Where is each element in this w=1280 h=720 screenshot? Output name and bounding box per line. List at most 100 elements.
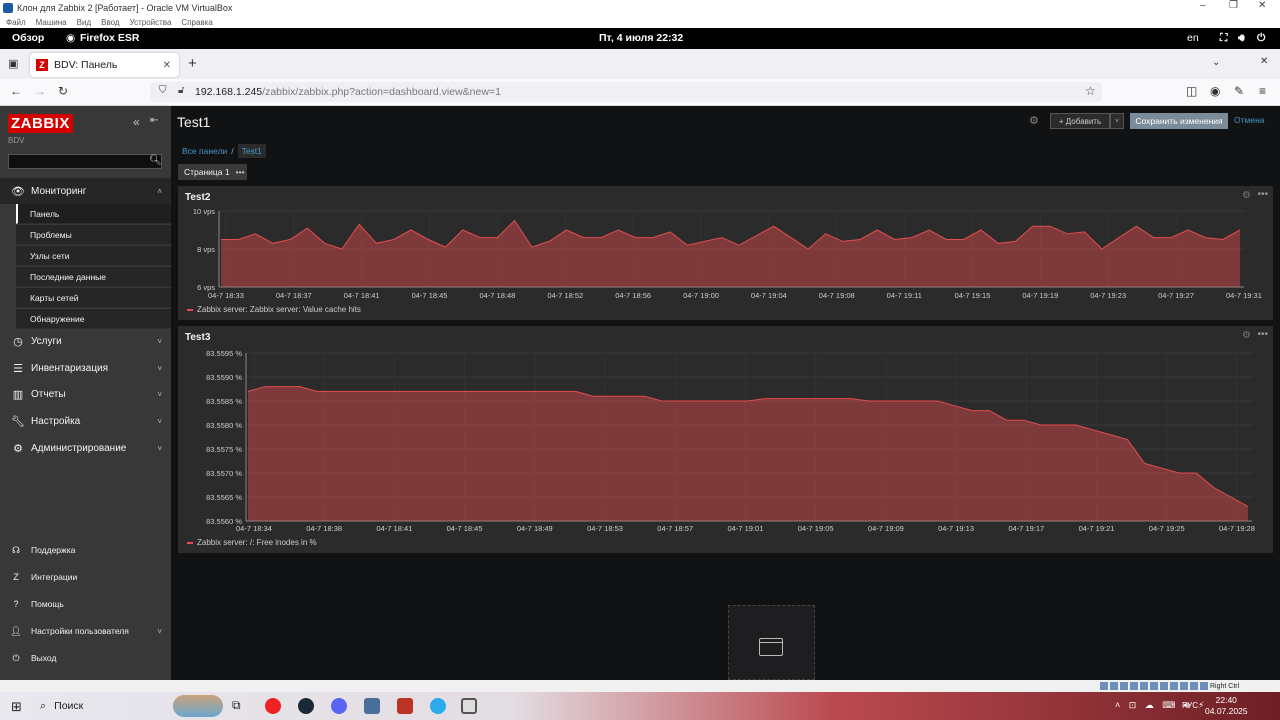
breadcrumb-current[interactable]: Test1 [237, 144, 266, 158]
save-changes-button[interactable]: Сохранить изменения [1130, 113, 1228, 129]
vm-window-icon[interactable] [461, 698, 477, 714]
app-icon[interactable] [397, 698, 413, 714]
footer-support[interactable]: ☊ Поддержка [0, 540, 171, 560]
menu-services[interactable]: ◷ Услуги ˅ [0, 328, 171, 354]
x-tick-label: 04-7 19:04 [751, 291, 787, 300]
bookmark-star-icon[interactable]: ☆ [1085, 84, 1096, 98]
tab-overflow-chevron-icon[interactable]: ⌄ [1212, 57, 1220, 68]
pocket-icon[interactable]: ◫ [1186, 84, 1197, 98]
menu-item-latest-data[interactable]: Последние данные [16, 267, 171, 287]
vbox-menu-help[interactable]: Справка [181, 18, 212, 27]
keyboard-layout[interactable]: en [1187, 32, 1199, 44]
network-adapter-icon[interactable] [1130, 682, 1138, 690]
network-icon[interactable]: ⛶ [1220, 32, 1227, 45]
steam-icon[interactable] [298, 698, 314, 714]
more-icon[interactable]: ••• [236, 167, 245, 177]
search-highlight-icon[interactable] [173, 695, 223, 717]
url-bar[interactable]: ⛉ 🔓︎ 192.168.1.245/zabbix/zabbix.php?act… [150, 82, 1102, 102]
usb-icon[interactable] [1140, 682, 1148, 690]
widget-test3[interactable]: Test3 ⚙ ••• 83.5595 % 83.5590 % 83.5585 % 8… [178, 326, 1273, 553]
menu-monitoring[interactable]: 👁︎ Мониторинг ˄ [0, 178, 171, 204]
insecure-lock-icon[interactable]: 🔓︎ [178, 85, 184, 96]
footer-integrations[interactable]: Z Интеграции [0, 567, 171, 587]
discord-icon[interactable] [331, 698, 347, 714]
add-widget-button[interactable]: + Добавить [1050, 113, 1110, 129]
legend-swatch [187, 308, 193, 311]
restore-icon[interactable]: ❐ [1229, 0, 1238, 11]
menu-configuration[interactable]: 🔧︎ Настройка ˅ [0, 408, 171, 434]
back-icon[interactable]: ← [10, 84, 22, 98]
virtualbox-taskbar-icon[interactable] [364, 698, 380, 714]
dashboard-properties-gear-icon[interactable]: ⚙ [1029, 114, 1039, 127]
tab-list-icon[interactable]: ▣ [8, 57, 18, 70]
reload-icon[interactable]: ↻ [58, 84, 68, 98]
menu-administration-label: Администрирование [31, 442, 127, 454]
collapse-sidebar-icon[interactable]: « [133, 115, 140, 129]
tab-zabbix-dashboard[interactable]: Z BDV: Панель ✕ [30, 53, 179, 77]
shared-folder-icon[interactable] [1150, 682, 1158, 690]
audio-icon[interactable] [1120, 682, 1128, 690]
sidebar-search-input[interactable] [8, 154, 162, 169]
task-view-icon[interactable]: ⧉ [232, 698, 248, 714]
input-language[interactable]: РУС [1182, 701, 1198, 710]
search-icon[interactable]: 🔍︎ [149, 155, 162, 166]
gear-icon: ⚙ [13, 442, 23, 455]
optical-icon[interactable] [1110, 682, 1118, 690]
hide-sidebar-icon[interactable]: ⇤ [150, 115, 158, 126]
new-tab-icon[interactable]: + [188, 55, 197, 72]
menu-reports[interactable]: ▥ Отчеты ˅ [0, 381, 171, 407]
cpu-icon[interactable] [1180, 682, 1188, 690]
add-menu-chevron-icon[interactable]: ˅ [1110, 113, 1124, 129]
recording-icon[interactable] [1170, 682, 1178, 690]
menu-item-discovery[interactable]: Обнаружение [16, 309, 171, 329]
menu-icon[interactable]: ≡ [1259, 84, 1266, 98]
windows-start-icon[interactable]: ⊞ [11, 699, 22, 715]
widget-test2[interactable]: Test2 ⚙ ••• 10 vps 8 vps 6 vps 04-7 18:33 04… [178, 186, 1273, 320]
account-icon[interactable]: ◉ [1210, 84, 1220, 98]
tab-close-icon[interactable]: ✕ [163, 60, 171, 71]
window-close-icon[interactable]: ✕ [1260, 56, 1268, 67]
cancel-button[interactable]: Отмена [1234, 115, 1265, 125]
x-tick-label: 04-7 19:19 [1022, 291, 1058, 300]
graph-test3[interactable]: 83.5595 % 83.5590 % 83.5585 % 83.5580 % 83.5… [178, 326, 1273, 553]
vbox-menu-view[interactable]: Вид [77, 18, 91, 27]
taskbar-clock[interactable]: 22:40 04.07.2025 [1205, 695, 1248, 717]
graph-test2[interactable]: 10 vps8 vps6 vps04-7 18:33 04-7 18:37 04-7… [178, 186, 1273, 320]
close-icon[interactable]: ✕ [1258, 0, 1266, 11]
app-menu[interactable]: Firefox ESR [80, 32, 140, 44]
menu-administration[interactable]: ⚙ Администрирование ˅ [0, 435, 171, 461]
menu-item-problems[interactable]: Проблемы [16, 225, 171, 245]
zabbix-logo[interactable]: ZABBIX [8, 114, 73, 133]
disk-icon[interactable] [1100, 682, 1108, 690]
gnome-clock[interactable]: Пт, 4 июля 22:32 [599, 32, 683, 44]
menu-item-hosts[interactable]: Узлы сети [16, 246, 171, 266]
yandex-browser-icon[interactable] [265, 698, 281, 714]
volume-icon[interactable]: 🔊︎ [1238, 32, 1245, 45]
zabbix-sidebar: ZABBIX BDV « ⇤ 🔍︎ 👁︎ Мониторинг ˄ Панель… [0, 106, 171, 680]
dashboard-page-tab[interactable]: Страница 1 ••• [178, 164, 247, 180]
x-tick-label: 04-7 18:56 [615, 291, 651, 300]
activities-button[interactable]: Обзор [12, 32, 44, 44]
y-tick-label: 83.5575 % [206, 445, 242, 454]
minimize-icon[interactable]: – [1200, 0, 1206, 11]
footer-sign-out[interactable]: ⏻ Выход [0, 648, 171, 668]
display-icon[interactable] [1160, 682, 1168, 690]
mouse-integration-icon[interactable] [1190, 682, 1198, 690]
vbox-menu-input[interactable]: Ввод [101, 18, 119, 27]
menu-item-dashboard[interactable]: Панель [16, 204, 171, 224]
forward-icon[interactable]: → [34, 84, 46, 98]
site-info-icon[interactable]: ⛉ [159, 85, 167, 96]
menu-inventory[interactable]: ☰ Инвентаризация ˅ [0, 355, 171, 381]
footer-user-settings[interactable]: 👤︎ Настройки пользователя ˅ [0, 621, 171, 641]
telegram-icon[interactable] [430, 698, 446, 714]
extensions-icon[interactable]: ✎ [1234, 84, 1244, 98]
vbox-menu-machine[interactable]: Машина [36, 18, 67, 27]
host-key-label: Right Ctrl [1210, 682, 1240, 690]
vbox-menu-file[interactable]: Файл [6, 18, 26, 27]
footer-help[interactable]: ? Помощь [0, 594, 171, 614]
power-icon[interactable]: ⏻ [1257, 32, 1265, 45]
menu-item-maps[interactable]: Карты сетей [16, 288, 171, 308]
vbox-menu-devices[interactable]: Устройства [130, 18, 172, 27]
breadcrumb-all-dashboards[interactable]: Все панели [182, 146, 227, 156]
keyboard-icon[interactable] [1200, 682, 1208, 690]
